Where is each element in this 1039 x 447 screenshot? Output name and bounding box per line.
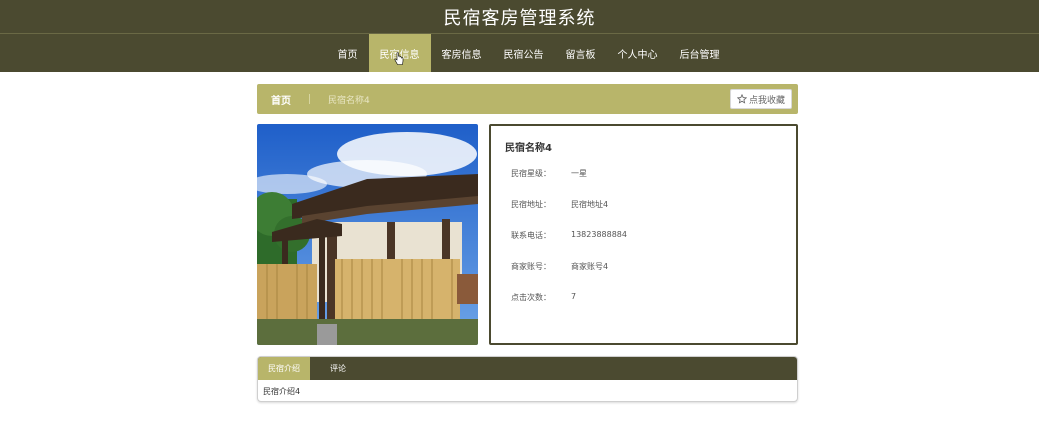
nav-label: 后台管理	[679, 49, 720, 61]
nav-label: 客房信息	[441, 49, 482, 61]
star-outline-icon	[736, 94, 747, 104]
breadcrumb-home[interactable]: 首页	[271, 92, 291, 107]
nav-item-room-info[interactable]: 客房信息	[431, 34, 493, 72]
breadcrumb-separator	[309, 94, 310, 104]
nav-label: 民宿公告	[503, 49, 544, 61]
homestay-name: 民宿名称4	[505, 143, 552, 154]
detail-value: 一星	[571, 169, 587, 178]
tab-comments[interactable]: 评论	[310, 357, 358, 380]
site-title: 民宿客房管理系统	[443, 7, 596, 29]
tab-label: 民宿介绍	[268, 364, 300, 373]
homestay-photo	[257, 124, 478, 345]
favorite-label: 点我收藏	[748, 95, 785, 106]
tab-label: 评论	[330, 364, 346, 373]
tabs-header: 民宿介绍 评论	[258, 357, 797, 380]
nav-label: 个人中心	[617, 49, 658, 61]
detail-row-merchant: 商家账号： 商家账号4	[491, 261, 796, 275]
detail-label: 商家账号：	[511, 262, 551, 271]
hand-cursor-icon	[394, 52, 403, 65]
nav-item-announcement[interactable]: 民宿公告	[493, 34, 555, 72]
detail-value: 民宿地址4	[571, 200, 609, 209]
detail-tabs: 民宿介绍 评论 民宿介绍4	[257, 356, 798, 402]
nav-item-admin[interactable]: 后台管理	[669, 34, 731, 72]
nav-item-homestay-info[interactable]: 民宿信息	[368, 34, 431, 72]
nav-item-home[interactable]: 首页	[327, 34, 369, 72]
tab-introduction[interactable]: 民宿介绍	[258, 357, 310, 380]
breadcrumb-current: 民宿名称4	[328, 95, 370, 106]
detail-row-clicks: 点击次数： 7	[491, 292, 796, 306]
top-header: 民宿客房管理系统	[0, 0, 1039, 34]
detail-label: 民宿星级：	[511, 169, 551, 178]
main-nav: 首页 民宿信息 客房信息 民宿公告 留言板 个人中心 后台管理	[0, 34, 1039, 72]
nav-label: 首页	[337, 49, 358, 61]
breadcrumb: 首页 民宿名称4 点我收藏	[257, 84, 798, 114]
detail-row-address: 民宿地址： 民宿地址4	[491, 199, 796, 213]
detail-row-star: 民宿星级： 一星	[491, 168, 796, 182]
detail-row-phone: 联系电话： 13823888884	[491, 230, 796, 244]
homestay-detail-panel: 民宿名称4 民宿星级： 一星 民宿地址： 民宿地址4 联系电话： 1382388…	[489, 124, 798, 345]
tab-content: 民宿介绍4	[263, 387, 301, 396]
favorite-button[interactable]: 点我收藏	[729, 89, 792, 109]
detail-value: 商家账号4	[571, 262, 609, 271]
nav-item-personal-center[interactable]: 个人中心	[607, 34, 669, 72]
detail-value: 13823888884	[571, 230, 627, 239]
detail-label: 点击次数：	[511, 293, 551, 302]
detail-value: 7	[571, 292, 577, 301]
detail-label: 民宿地址：	[511, 200, 551, 209]
nav-item-message-board[interactable]: 留言板	[555, 34, 607, 72]
detail-label: 联系电话：	[511, 231, 551, 240]
nav-label: 留言板	[565, 49, 596, 61]
